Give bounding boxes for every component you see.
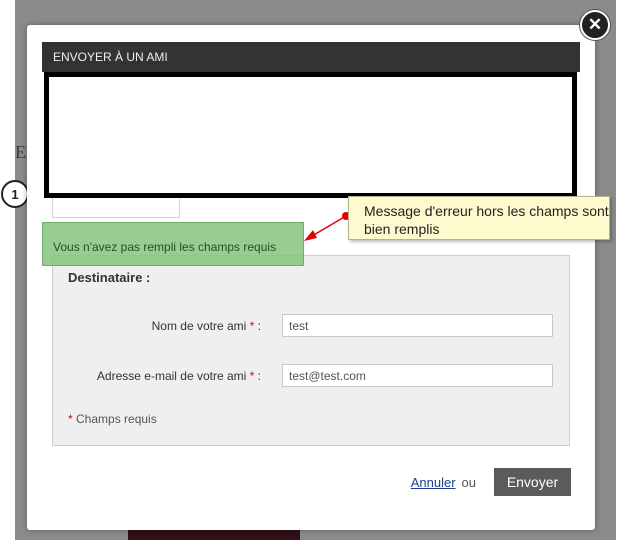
annotation-callout: Message d'erreur hors les champs sont bi… [348, 196, 610, 240]
callout-arrow [304, 212, 350, 241]
